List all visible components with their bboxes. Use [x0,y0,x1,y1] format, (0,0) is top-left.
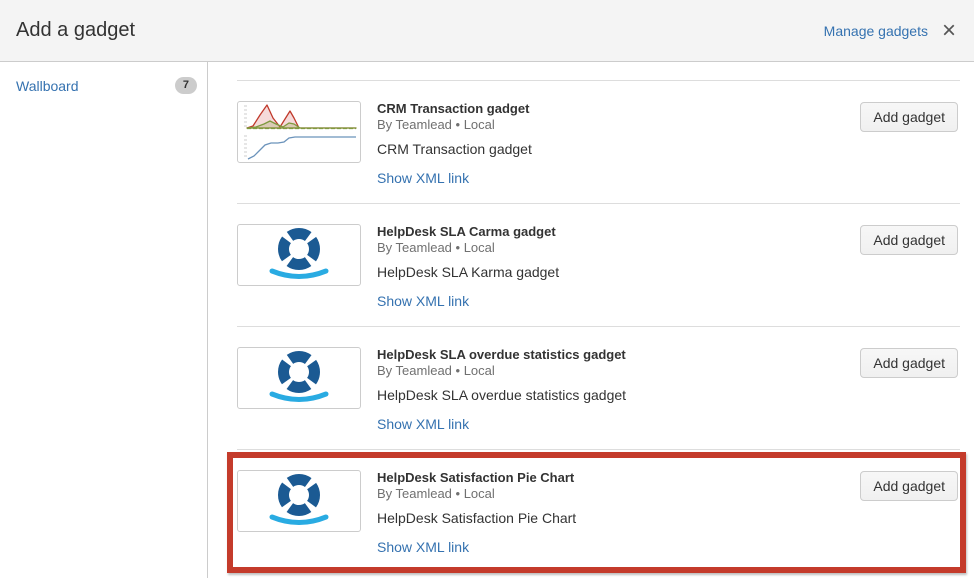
add-gadget-button[interactable]: Add gadget [860,102,958,132]
add-gadget-button[interactable]: Add gadget [860,225,958,255]
close-icon[interactable]: × [942,21,956,41]
lifebuoy-icon [238,471,360,531]
show-xml-link[interactable]: Show XML link [377,539,469,555]
gadget-description: HelpDesk SLA overdue statistics gadget [377,387,960,403]
dialog-header: Add a gadget Manage gadgets × [0,0,974,62]
header-actions: Manage gadgets × [824,21,956,41]
manage-gadgets-link[interactable]: Manage gadgets [824,23,928,39]
show-xml-link[interactable]: Show XML link [377,293,469,309]
gadget-row: CRM Transaction gadget By Teamlead • Loc… [237,80,960,203]
gadget-count-badge: 7 [175,77,197,94]
main-area: CRM Transaction gadget By Teamlead • Loc… [208,62,974,578]
lifebuoy-icon [238,348,360,408]
add-gadget-button[interactable]: Add gadget [860,348,958,378]
show-xml-link[interactable]: Show XML link [377,416,469,432]
gadget-row: HelpDesk Satisfaction Pie Chart By Teaml… [237,449,960,572]
gadget-thumbnail [237,224,361,286]
page-title: Add a gadget [16,19,135,42]
gadget-list: CRM Transaction gadget By Teamlead • Loc… [237,62,960,572]
sidebar-item-wallboard[interactable]: Wallboard 7 [0,62,207,94]
sidebar: Wallboard 7 [0,62,208,578]
add-gadget-button[interactable]: Add gadget [860,471,958,501]
crm-chart-icon [238,102,360,162]
gadget-description: CRM Transaction gadget [377,141,960,157]
gadget-thumbnail [237,101,361,163]
gadget-description: HelpDesk Satisfaction Pie Chart [377,510,960,526]
gadget-thumbnail [237,347,361,409]
show-xml-link[interactable]: Show XML link [377,170,469,186]
gadget-row: HelpDesk SLA overdue statistics gadget B… [237,326,960,449]
dialog-body: Wallboard 7 CRM Transaction gadget By Te… [0,62,974,578]
gadget-description: HelpDesk SLA Karma gadget [377,264,960,280]
sidebar-item-label[interactable]: Wallboard [16,78,79,94]
gadget-row: HelpDesk SLA Carma gadget By Teamlead • … [237,203,960,326]
gadget-thumbnail [237,470,361,532]
lifebuoy-icon [238,225,360,285]
